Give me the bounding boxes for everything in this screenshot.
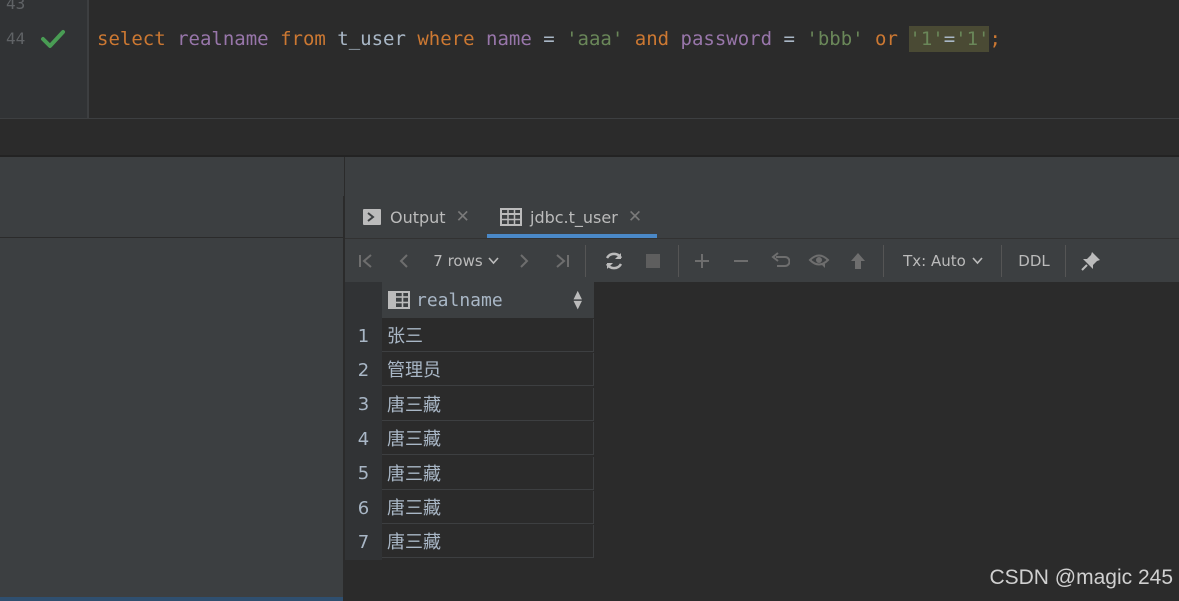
table-icon <box>500 208 522 226</box>
row-number: 1 <box>357 325 370 347</box>
code-token: = <box>943 28 956 50</box>
table-row[interactable]: 2 管理员 <box>345 353 595 387</box>
table-row[interactable]: 4 唐三藏 <box>345 422 595 456</box>
result-tabs-bar <box>345 157 1179 238</box>
tab-jdbc-t-user[interactable]: jdbc.t_user ✕ <box>500 196 642 238</box>
close-icon[interactable]: ✕ <box>456 207 470 227</box>
table-row[interactable]: 3 唐三藏 <box>345 387 595 422</box>
code-token: name <box>486 28 532 50</box>
table-row[interactable]: 6 唐三藏 <box>345 491 595 525</box>
editor-status-band <box>0 119 1179 156</box>
code-token: or <box>875 28 898 50</box>
column-header-label: realname <box>416 289 503 311</box>
tab-output-label: Output <box>390 207 446 227</box>
execution-success-check-icon <box>41 30 65 48</box>
code-token: t_user <box>325 28 418 50</box>
watermark: CSDN @magic 245 <box>989 566 1173 589</box>
row-number: 3 <box>357 394 370 416</box>
code-line-44[interactable]: select realname from t_user where name =… <box>97 26 1001 52</box>
table-cell-realname[interactable]: 唐三藏 <box>382 525 594 559</box>
table-row[interactable]: 7 唐三藏 <box>345 525 595 559</box>
row-number: 6 <box>357 497 370 519</box>
tab-jdbc-label: jdbc.t_user <box>530 207 618 227</box>
transaction-mode-dropdown[interactable]: Tx: Auto <box>897 239 989 283</box>
result-toolbar: 7 rows Tx: Auto DDL <box>345 238 1179 283</box>
table-cell-realname[interactable]: 管理员 <box>382 353 594 387</box>
table-cell-realname[interactable]: 唐三藏 <box>382 491 594 524</box>
rows-count-dropdown[interactable]: 7 rows <box>429 239 503 283</box>
line-number: 44 <box>6 29 26 48</box>
rows-count-label: 7 rows <box>433 252 483 270</box>
revert-icon[interactable] <box>767 239 793 283</box>
line-number: 43 <box>6 0 26 13</box>
code-token: 'bbb' <box>806 28 864 50</box>
add-row-icon[interactable] <box>689 239 715 283</box>
transaction-mode-label: Tx: Auto <box>903 252 966 270</box>
code-token: where <box>417 28 475 50</box>
table-row[interactable]: 1 张三 <box>345 319 595 353</box>
sort-icon[interactable]: ▲ ▼ <box>574 289 582 310</box>
code-token: realname <box>177 28 269 50</box>
next-page-icon[interactable] <box>513 239 535 283</box>
tab-output[interactable]: Output ✕ <box>362 196 470 238</box>
code-token: = <box>531 28 567 50</box>
services-tree-panel <box>0 157 344 601</box>
editor-gutter: 43 44 <box>0 0 89 118</box>
code-token: 'aaa' <box>566 28 624 50</box>
services-panel-divider <box>0 237 344 238</box>
stop-icon[interactable] <box>641 239 665 283</box>
chevron-down-icon <box>972 257 983 265</box>
ddl-button[interactable]: DDL <box>1013 239 1055 283</box>
code-token: ; <box>989 28 1001 50</box>
table-row[interactable]: 5 唐三藏 <box>345 456 595 491</box>
ddl-label: DDL <box>1018 252 1050 270</box>
toolbar-separator <box>1065 245 1066 277</box>
refresh-icon[interactable] <box>601 239 627 283</box>
pin-tab-icon[interactable] <box>1078 239 1104 283</box>
toolbar-separator <box>585 245 586 277</box>
table-cell-realname[interactable]: 唐三藏 <box>382 422 594 456</box>
toolbar-separator <box>1001 245 1002 277</box>
code-token: password <box>680 28 773 50</box>
table-cell-realname[interactable]: 唐三藏 <box>382 456 594 490</box>
table-cell-realname[interactable]: 张三 <box>382 319 594 352</box>
code-token: '1' <box>955 28 990 50</box>
toolbar-separator <box>678 245 679 277</box>
row-number: 5 <box>357 463 370 485</box>
code-token: select <box>97 28 166 50</box>
console-icon <box>363 209 381 225</box>
view-query-icon[interactable] <box>806 239 832 283</box>
chevron-down-icon <box>488 257 499 265</box>
column-header-realname[interactable]: realname ▲ ▼ <box>382 282 594 318</box>
close-icon[interactable]: ✕ <box>628 207 642 227</box>
submit-arrow-up-icon[interactable] <box>845 239 871 283</box>
column-icon <box>388 291 410 309</box>
code-token: = <box>772 28 807 50</box>
toolbar-separator <box>883 245 884 277</box>
row-number: 7 <box>357 531 370 553</box>
code-token: '1' <box>909 28 944 50</box>
selection-highlight: '1'='1' <box>909 26 990 52</box>
delete-row-icon[interactable] <box>728 239 754 283</box>
services-panel-selection <box>0 597 344 601</box>
last-page-icon[interactable] <box>551 239 573 283</box>
previous-page-icon[interactable] <box>393 239 415 283</box>
code-token: from <box>280 28 326 50</box>
sql-editor[interactable]: 43 44 select realname from t_user where … <box>0 0 1179 118</box>
table-cell-realname[interactable]: 唐三藏 <box>382 387 594 421</box>
code-token: and <box>634 28 670 50</box>
row-number: 2 <box>357 359 370 381</box>
first-page-icon[interactable] <box>355 239 377 283</box>
row-number: 4 <box>357 428 370 450</box>
